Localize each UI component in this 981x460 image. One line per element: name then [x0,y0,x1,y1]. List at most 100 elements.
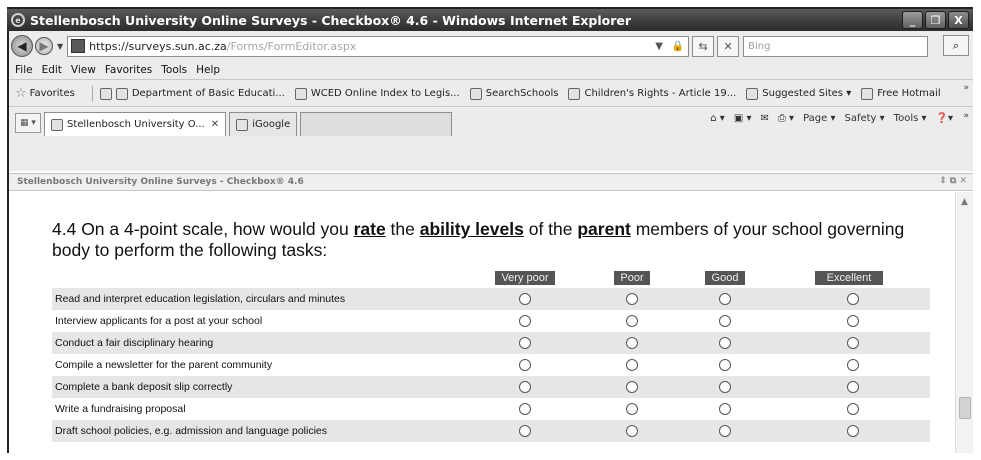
page-header-tools[interactable]: ⇕ ⧉ ✕ [939,176,967,186]
radio-poor[interactable] [626,293,638,305]
print-icon[interactable]: ⎙ ▾ [778,113,794,124]
ie-logo-icon: e [11,13,25,27]
chevron-more-icon[interactable]: » [963,83,969,93]
favorite-item[interactable]: WCED Online Index to Legis... [294,87,460,100]
radio-excellent[interactable] [847,293,859,305]
radio-good[interactable] [719,425,731,437]
radio-poor[interactable] [626,359,638,371]
page-menu[interactable]: Page ▾ [803,113,835,124]
menu-edit[interactable]: Edit [42,64,62,76]
radio-very-poor[interactable] [519,403,531,415]
favorites-button[interactable]: ☆ Favorites [15,86,75,101]
radio-good[interactable] [719,381,731,393]
radio-poor[interactable] [626,337,638,349]
radio-poor[interactable] [626,425,638,437]
tab-stellenbosch[interactable]: Stellenbosch University O... ✕ [44,112,227,136]
search-button[interactable]: ⌕ [943,35,969,56]
safety-menu[interactable]: Safety ▾ [844,113,884,124]
radio-excellent[interactable] [847,381,859,393]
tools-menu[interactable]: Tools ▾ [894,113,927,124]
url-path: /Forms/FormEditor.aspx [226,39,357,53]
favorite-label: SearchSchools [485,88,559,99]
stop-button[interactable]: ✕ [717,35,740,57]
tab-close-icon[interactable]: ✕ [211,119,219,130]
window-title: Stellenbosch University Online Surveys -… [30,12,632,28]
favorite-label: Suggested Sites ▾ [762,88,852,99]
radio-good[interactable] [719,315,731,327]
scroll-up-icon[interactable]: ▲ [958,196,971,208]
radio-excellent[interactable] [847,337,859,349]
radio-excellent[interactable] [847,403,859,415]
page-icon [294,87,307,100]
radio-poor[interactable] [626,315,638,327]
favorite-item[interactable]: Department of Basic Educati... [99,87,285,100]
url-host: https://surveys.sun.ac.za [89,39,227,53]
radio-excellent[interactable] [847,425,859,437]
radio-poor[interactable] [626,403,638,415]
new-tab-button[interactable] [300,112,453,136]
table-row: Conduct a fair disciplinary hearing [52,332,930,354]
question-mid: of the [523,219,578,239]
table-row: Compile a newsletter for the parent comm… [52,354,930,376]
help-icon[interactable]: ❓▾ [936,113,953,124]
tab-label: iGoogle [252,119,291,130]
menu-favorites[interactable]: Favorites [105,64,152,76]
favorite-label: Department of Basic Educati... [131,88,285,99]
minimize-button[interactable]: _ [902,11,923,29]
radio-good[interactable] [719,403,731,415]
menu-help[interactable]: Help [196,64,220,76]
chevron-more-icon[interactable]: » [963,111,969,121]
question-text: 4.4 On a 4-point scale, how would you ra… [52,219,932,261]
task-label: Draft school policies, e.g. admission an… [55,425,327,437]
vertical-scrollbar[interactable]: ▲ [955,192,973,453]
refresh-button[interactable]: ⇆ [692,35,715,57]
radio-good[interactable] [719,337,731,349]
radio-very-poor[interactable] [519,425,531,437]
task-label: Read and interpret education legislation… [55,293,346,305]
search-input[interactable]: Bing [743,35,929,57]
radio-very-poor[interactable] [519,381,531,393]
table-row: Read and interpret education legislation… [52,288,930,310]
favorite-item[interactable]: Children's Rights - Article 19... [568,87,736,100]
scroll-thumb[interactable] [959,397,971,419]
radio-poor[interactable] [626,381,638,393]
radio-excellent[interactable] [847,315,859,327]
task-label: Interview applicants for a post at your … [55,315,263,327]
menu-tools[interactable]: Tools [161,64,187,76]
feeds-icon[interactable]: ▣ ▾ [734,113,752,124]
radio-very-poor[interactable] [519,293,531,305]
table-row: Complete a bank deposit slip correctly [52,376,930,398]
igoogle-icon [236,118,249,131]
favorite-item[interactable]: Suggested Sites ▾ [746,87,852,100]
radio-very-poor[interactable] [519,337,531,349]
forward-button[interactable]: ▶ [35,37,53,55]
favorite-item[interactable]: SearchSchools [469,87,559,100]
menu-file[interactable]: File [15,64,33,76]
scale-header-good: Good [705,271,745,285]
crest-icon [115,87,128,100]
radio-good[interactable] [719,359,731,371]
mail-icon[interactable]: ✉ [760,113,768,124]
separator [91,85,93,102]
radio-very-poor[interactable] [519,315,531,327]
favorite-label: WCED Online Index to Legis... [310,88,460,99]
favorites-label: Favorites [29,88,75,99]
window-title-bar: e Stellenbosch University Online Surveys… [7,9,973,31]
favorites-bar: ☆ Favorites Department of Basic Educati.… [9,81,973,107]
restore-button[interactable]: ❐ [925,11,946,29]
quick-tabs-button[interactable]: ▦ ▾ [15,113,41,133]
radio-good[interactable] [719,293,731,305]
lock-icon[interactable]: 🔒 [670,38,686,55]
question-emphasis-parent: parent [577,219,631,239]
close-button[interactable]: X [948,11,969,29]
history-dropdown-icon[interactable]: ▼ [57,42,63,51]
home-icon[interactable]: ⌂ ▾ [710,113,725,124]
address-field[interactable]: https://surveys.sun.ac.za /Forms/FormEdi… [67,35,690,57]
tab-igoogle[interactable]: iGoogle [229,112,298,136]
menu-view[interactable]: View [71,64,96,76]
back-button[interactable]: ◀ [11,35,33,57]
radio-very-poor[interactable] [519,359,531,371]
favorite-item[interactable]: Free Hotmail [861,87,941,100]
radio-excellent[interactable] [847,359,859,371]
address-dropdown-icon[interactable]: ▼ [651,38,667,55]
